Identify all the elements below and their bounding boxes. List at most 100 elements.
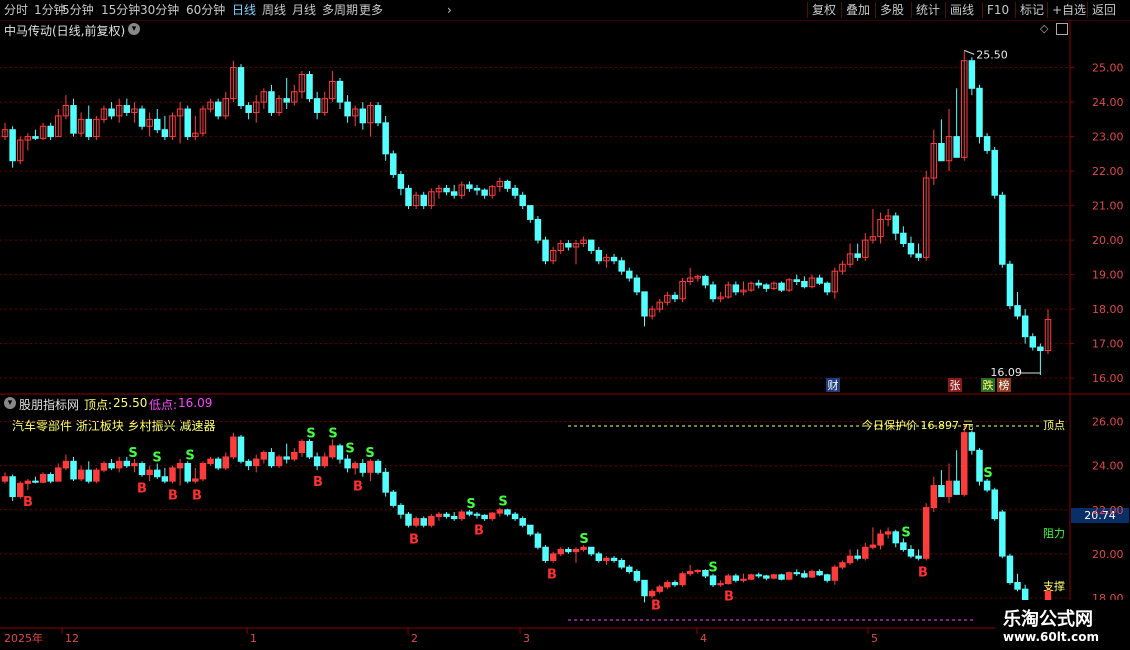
- main-candle-body: [32, 136, 39, 139]
- main-candle-body: [268, 91, 275, 113]
- buy-signal: B: [918, 565, 928, 580]
- main-candle-body: [816, 277, 823, 284]
- main-y-tick-label: 16.00: [1092, 372, 1124, 385]
- indicator-candle-body: [702, 569, 709, 577]
- indicator-candle-body: [945, 480, 953, 498]
- indicator-candle-body: [146, 469, 153, 476]
- main-candle-body: [47, 125, 54, 138]
- indicator-y-tick-label: 22.00: [1092, 504, 1124, 517]
- watermark-title: 乐淘公式网: [1003, 609, 1093, 630]
- indicator-candle-body: [412, 518, 420, 526]
- main-candle-body: [983, 136, 991, 151]
- indicator-candle-body: [831, 566, 839, 581]
- indicator-candle-body: [534, 533, 542, 548]
- main-candle-body: [306, 74, 313, 100]
- indicator-candle-body: [359, 463, 367, 473]
- event-marker-text: 榜: [999, 378, 1010, 392]
- indicator-y-tick-label: 26.00: [1092, 416, 1124, 429]
- indicator-candle-body: [435, 513, 443, 517]
- low-price-label: 16.09: [990, 366, 1022, 379]
- indicator-candle-body: [9, 476, 16, 498]
- indicator-candle-body: [138, 463, 146, 476]
- indicator-candle-body: [930, 485, 938, 509]
- indicator-candle-body: [991, 489, 998, 520]
- main-candle-body: [397, 174, 405, 189]
- sell-signal: S: [579, 532, 588, 547]
- date-month: 5: [871, 632, 878, 645]
- indicator-candle-body: [47, 474, 54, 482]
- indicator-candle-body: [778, 574, 785, 580]
- indicator-candle-body: [24, 480, 32, 484]
- indicator-candle-body: [291, 451, 298, 460]
- indicator-candle-body: [694, 569, 702, 573]
- main-candle-body: [892, 215, 899, 234]
- indicator-candle-body: [633, 571, 641, 581]
- buy-signal: B: [724, 590, 734, 605]
- main-candle-body: [283, 98, 290, 103]
- main-candle-body: [138, 108, 146, 127]
- sell-signal: S: [185, 448, 194, 463]
- indicator-candle-body: [390, 491, 397, 506]
- high-price-label: 25.50: [976, 48, 1008, 61]
- indicator-candle-body: [298, 440, 306, 453]
- indicator-candle-body: [123, 460, 131, 467]
- main-candle-body: [534, 218, 542, 241]
- main-candle-body: [1021, 315, 1029, 338]
- event-marker-text: 财: [828, 378, 839, 392]
- main-candle-body: [968, 60, 976, 89]
- main-candle-body: [907, 243, 915, 255]
- indicator-candle-body: [892, 531, 899, 544]
- main-y-tick-label: 23.00: [1092, 131, 1124, 144]
- indicator-candle-body: [115, 460, 123, 469]
- main-candle-body: [184, 108, 191, 138]
- indicator-candle-body: [100, 463, 108, 471]
- buy-signal: B: [474, 524, 484, 539]
- indicator-candle-body: [747, 574, 755, 580]
- indicator-candle-body: [717, 583, 724, 586]
- indicator-candle-body: [245, 460, 252, 467]
- indicator-candle-body: [55, 467, 62, 482]
- indicator-candle-body: [1, 476, 9, 482]
- main-candle-body: [801, 281, 808, 288]
- indicator-candle-body: [740, 578, 747, 581]
- indicator-candle-body: [816, 571, 823, 576]
- main-candle-body: [778, 282, 785, 291]
- indicator-candle-body: [496, 509, 504, 514]
- indicator-candle-body: [428, 515, 435, 526]
- main-candle-body: [511, 187, 519, 196]
- main-y-tick-label: 19.00: [1092, 269, 1124, 282]
- indicator-candle-body: [458, 511, 466, 520]
- indicator-candle-body: [968, 432, 976, 451]
- indicator-candle-body: [595, 553, 603, 561]
- indicator-candle-body: [222, 456, 230, 469]
- indicator-candle-body: [443, 513, 450, 517]
- indicator-candle-body: [1006, 555, 1014, 584]
- indicator-candle-body: [983, 480, 991, 491]
- main-candle-body: [70, 105, 77, 134]
- indicator-candle-body: [519, 518, 526, 526]
- indicator-candle-body: [618, 559, 625, 568]
- indicator-candle-body: [877, 533, 884, 546]
- indicator-candle-body: [504, 509, 511, 515]
- indicator-candle-body: [207, 458, 214, 465]
- indicator-candle-body: [587, 546, 595, 555]
- main-candle-body: [641, 291, 648, 317]
- indicator-candle-body: [161, 476, 169, 482]
- indicator-candle-body: [268, 451, 275, 467]
- indicator-candle-body: [671, 582, 679, 586]
- main-candle-body: [374, 105, 382, 124]
- main-candle-body: [953, 136, 960, 158]
- sell-signal: S: [152, 451, 161, 466]
- buy-signal: B: [313, 475, 323, 490]
- indicator-candle-body: [763, 575, 770, 579]
- sell-signal: S: [306, 426, 315, 441]
- event-marker-text: 张: [950, 379, 961, 392]
- main-candle-body: [595, 249, 603, 262]
- indicator-candle-body: [976, 449, 983, 482]
- main-candle-body: [420, 194, 427, 207]
- indicator-candle-body: [664, 582, 671, 588]
- date-month: 1: [250, 632, 257, 645]
- main-candle-body: [755, 282, 762, 286]
- indicator-candle-body: [93, 469, 100, 482]
- indicator-candle-body: [854, 555, 861, 559]
